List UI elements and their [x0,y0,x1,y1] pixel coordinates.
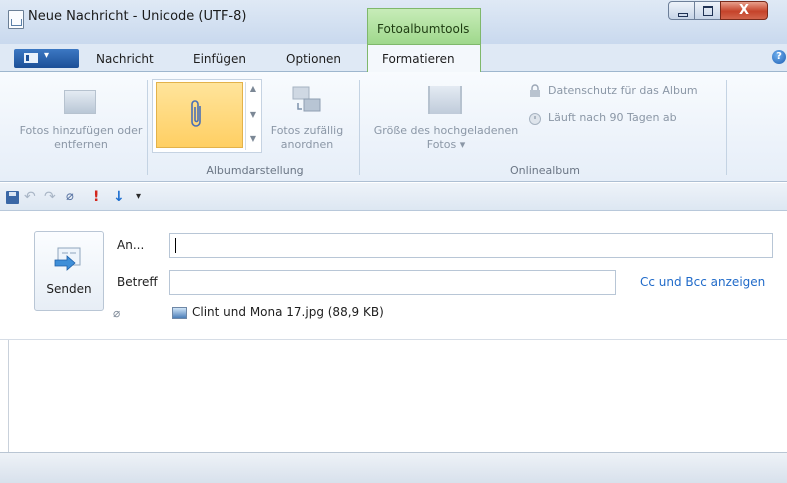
help-icon[interactable]: ? [772,50,786,64]
shuffle-photos-icon [292,86,321,112]
send-mail-icon [54,247,81,271]
tab-formatieren-label: Formatieren [382,52,455,66]
send-button[interactable]: Senden [34,231,104,311]
fotoalbumtools-context-header: Fotoalbumtools [367,8,481,44]
image-file-icon [172,307,187,319]
message-body[interactable] [8,340,787,452]
redo-icon[interactable]: ↷ [44,189,56,205]
scroll-up-icon[interactable]: ▲ [246,84,260,94]
datenschutz-button[interactable]: Datenschutz für das Album [548,84,698,98]
status-bar [0,452,787,483]
close-button[interactable]: X [720,1,768,20]
text-caret [175,238,176,253]
low-priority-icon[interactable]: ↓ [113,189,125,205]
close-icon: X [738,3,750,18]
subject-input[interactable] [169,270,616,295]
new-message-icon [8,10,24,29]
group-label-albumdarstellung: Albumdarstellung [206,164,304,177]
customize-toolbar-icon[interactable]: ▾ [136,189,141,205]
chevron-down-icon: ▾ [44,50,50,61]
attachment-item[interactable]: Clint und Mona 17.jpg (88,9 KB) [192,305,384,319]
gallery-expand-icon[interactable]: ▼ [246,134,260,144]
window-title: Neue Nachricht - Unicode (UTF-8) [28,9,247,24]
tab-optionen[interactable]: Optionen [286,52,341,66]
attach-icon[interactable]: ⌀ [66,189,74,205]
gallery-item-selected[interactable] [156,82,243,148]
photo-size-icon [428,86,462,114]
scroll-down-icon[interactable]: ▼ [246,110,260,120]
group-divider [359,80,360,175]
laeuft-ab-button[interactable]: Läuft nach 90 Tagen ab [548,111,677,125]
photo-icon [64,90,96,114]
to-button[interactable]: An... [117,238,144,252]
fotos-hinzufuegen-label: Fotos hinzufügen oder entfernen [19,124,143,151]
context-tab-label: Fotoalbumtools [377,22,470,36]
group-divider [147,80,148,175]
app-menu-icon [24,53,38,63]
maximize-button[interactable] [694,1,721,20]
groesse-label: Größe des hochgeladenen Fotos ▾ [373,124,519,151]
group-divider [726,80,727,175]
minimize-button[interactable] [668,1,695,20]
fotos-zufaellig-label: Fotos zufällig anordnen [270,124,344,151]
undo-icon[interactable]: ↶ [24,189,36,205]
paperclip-icon: ⌀ [113,306,121,320]
app-menu-button[interactable]: ▾ [14,49,79,68]
tab-formatieren[interactable]: Formatieren [367,44,481,73]
group-label-onlinealbum: Onlinealbum [510,164,580,177]
gallery-scroller[interactable]: ▲ ▼ ▼ [245,82,260,150]
high-priority-icon[interactable]: ! [93,189,99,205]
save-icon[interactable] [6,191,19,204]
lock-icon [530,84,540,97]
subject-label: Betreff [117,275,158,289]
send-label: Senden [46,282,92,296]
tab-einfuegen[interactable]: Einfügen [193,52,246,66]
cc-bcc-link[interactable]: Cc und Bcc anzeigen [640,275,765,289]
stopwatch-icon [529,113,541,125]
paperclip-icon [191,100,201,127]
to-input[interactable] [169,233,773,258]
tab-nachricht[interactable]: Nachricht [96,52,154,66]
